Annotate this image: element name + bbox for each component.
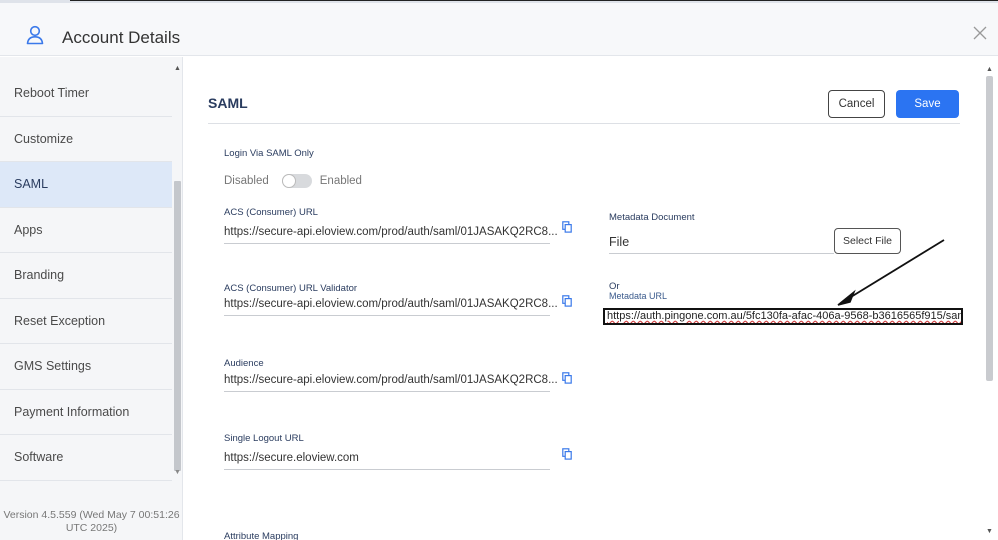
sidebar: Reboot Timer Customize SAML Apps Brandin… [0, 57, 183, 540]
sidebar-item-customize[interactable]: Customize [0, 117, 172, 162]
copy-icon[interactable] [562, 221, 572, 233]
version-line-1: Version 4.5.559 (Wed May 7 00:51:26 [3, 509, 180, 521]
version-info: Version 4.5.559 (Wed May 7 00:51:26 UTC … [0, 509, 183, 535]
field-underline [224, 469, 550, 470]
header-divider [208, 123, 960, 124]
copy-icon[interactable] [562, 448, 572, 460]
main-scrollbar[interactable]: ▲ ▼ [984, 66, 994, 540]
single-logout-field[interactable]: https://secure.eloview.com [224, 452, 359, 464]
sidebar-item-label: Apps [14, 222, 43, 237]
scroll-down-arrow-icon[interactable]: ▼ [986, 528, 993, 535]
scrollbar-thumb[interactable] [174, 181, 181, 471]
sidebar-scrollbar[interactable]: ▲ ▼ [173, 65, 182, 479]
sidebar-item-label: Reset Exception [14, 313, 106, 328]
sidebar-nav: Reboot Timer Customize SAML Apps Brandin… [0, 71, 172, 481]
sidebar-item-label: Software [14, 450, 64, 465]
acs-validator-label: ACS (Consumer) URL Validator [224, 283, 358, 294]
sidebar-item-payment-information[interactable]: Payment Information [0, 390, 172, 435]
dialog-header: Account Details [0, 3, 998, 56]
sidebar-item-label: Branding [14, 268, 65, 283]
annotation-arrow-icon [837, 239, 945, 306]
login-saml-toggle-row: Disabled Enabled [224, 174, 362, 188]
metadata-url-label: Metadata URL [609, 291, 668, 301]
page-title: SAML [208, 95, 248, 111]
sidebar-item-branding[interactable]: Branding [0, 253, 172, 299]
copy-icon[interactable] [562, 372, 572, 384]
attribute-mapping-label: Attribute Mapping [224, 531, 299, 540]
scrollbar-thumb[interactable] [986, 76, 993, 381]
version-line-2: UTC 2025) [65, 522, 118, 534]
field-underline [224, 243, 550, 244]
audience-label: Audience [224, 358, 264, 369]
toggle-off-label: Disabled [224, 175, 269, 187]
metadata-url-value: https://auth.pingone.com.au/5fc130fa-afa… [607, 310, 963, 322]
field-underline [224, 315, 550, 316]
save-button[interactable]: Save [896, 90, 959, 118]
user-icon [26, 25, 44, 45]
sidebar-item-software[interactable]: Software [0, 435, 172, 481]
sidebar-item-reboot-timer[interactable]: Reboot Timer [0, 71, 172, 117]
scroll-up-arrow-icon[interactable]: ▲ [986, 66, 993, 73]
acs-url-label: ACS (Consumer) URL [224, 207, 318, 218]
login-saml-only-toggle[interactable] [281, 174, 312, 188]
sidebar-item-label: GMS Settings [14, 359, 92, 374]
sidebar-item-label: SAML [14, 177, 49, 192]
sidebar-item-gms-settings[interactable]: GMS Settings [0, 344, 172, 390]
scroll-up-arrow-icon[interactable]: ▲ [174, 65, 181, 72]
metadata-document-label: Metadata Document [609, 212, 695, 223]
login-saml-only-label: Login Via SAML Only [224, 148, 314, 159]
field-underline [224, 391, 550, 392]
sidebar-item-reset-exception[interactable]: Reset Exception [0, 299, 172, 344]
scroll-down-arrow-icon[interactable]: ▼ [174, 469, 181, 476]
field-underline [609, 253, 834, 254]
cancel-button[interactable]: Cancel [828, 90, 885, 118]
sidebar-item-saml[interactable]: SAML [0, 162, 172, 208]
single-logout-label: Single Logout URL [224, 433, 304, 444]
sidebar-item-label: Customize [14, 131, 74, 146]
acs-validator-field[interactable]: https://secure-api.eloview.com/prod/auth… [224, 298, 558, 310]
audience-field[interactable]: https://secure-api.eloview.com/prod/auth… [224, 374, 558, 386]
sidebar-item-apps[interactable]: Apps [0, 208, 172, 253]
metadata-file-field[interactable]: File [609, 235, 629, 249]
toggle-on-label: Enabled [319, 175, 362, 187]
acs-url-field[interactable]: https://secure-api.eloview.com/prod/auth… [224, 226, 558, 238]
dialog-title: Account Details [62, 28, 181, 47]
close-icon[interactable] [972, 25, 988, 41]
sidebar-item-label: Payment Information [14, 404, 130, 419]
copy-icon[interactable] [562, 295, 572, 307]
sidebar-item-label: Reboot Timer [14, 86, 90, 101]
metadata-url-field[interactable]: https://auth.pingone.com.au/5fc130fa-afa… [603, 308, 963, 325]
